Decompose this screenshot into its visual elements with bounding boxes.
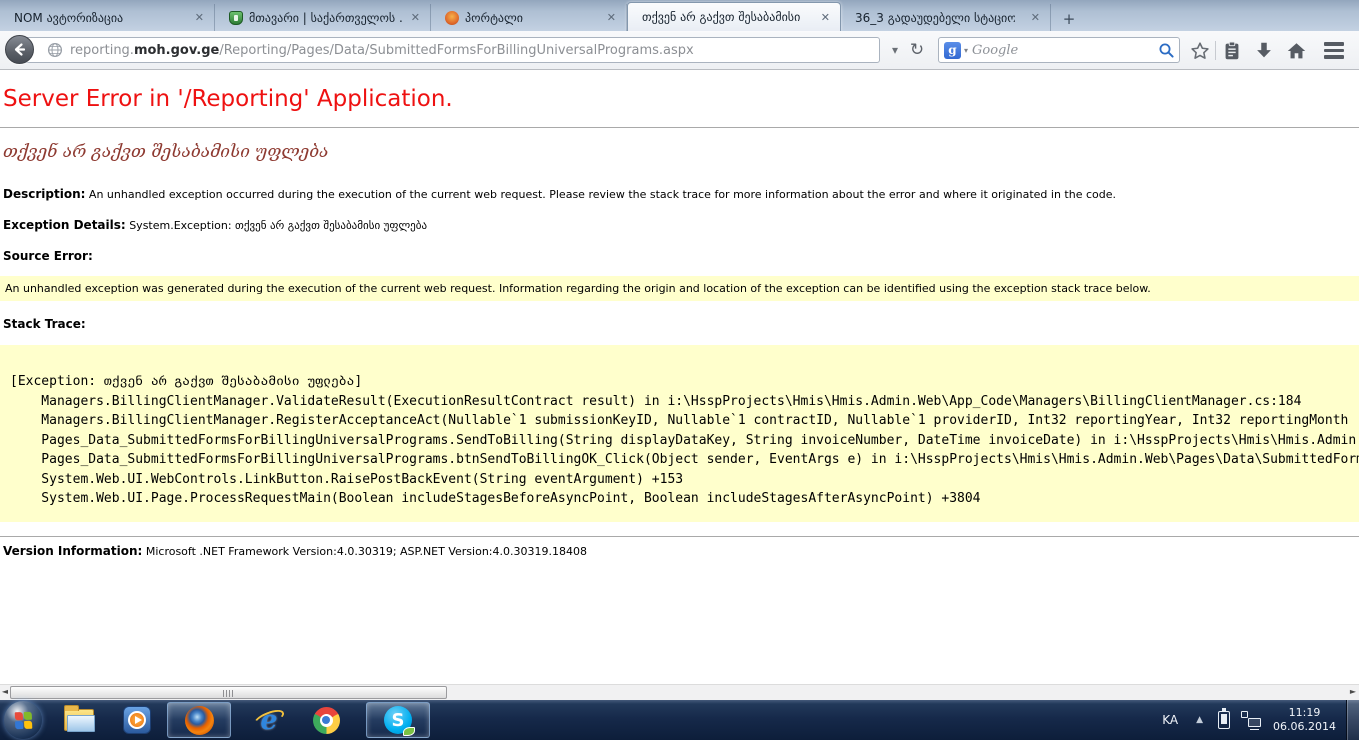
tab-label: NOM ავტორიზაცია <box>14 11 123 25</box>
urlbar-dropdown-icon[interactable]: ▾ <box>886 39 904 61</box>
exception-details-paragraph: Exception Details: System.Exception: თქვ… <box>3 218 427 232</box>
chrome-icon <box>313 707 340 734</box>
new-tab-button[interactable]: + <box>1055 7 1083 31</box>
taskbar-skype-button[interactable]: S <box>366 702 430 738</box>
close-icon[interactable]: ✕ <box>819 11 832 24</box>
search-input[interactable] <box>972 43 1158 58</box>
windows-logo-icon <box>14 711 32 729</box>
taskbar-media-player-button[interactable] <box>113 702 161 738</box>
clock[interactable]: 11:19 06.06.2014 <box>1269 706 1346 734</box>
show-desktop-button[interactable] <box>1346 700 1359 740</box>
close-icon[interactable]: ✕ <box>193 11 206 24</box>
source-error-heading: Source Error: <box>3 249 93 263</box>
stack-line: Pages_Data_SubmittedFormsForBillingUnive… <box>10 450 1359 470</box>
tab-portal[interactable]: პორტალი ✕ <box>431 4 627 31</box>
horizontal-scrollbar[interactable]: ◄ ► <box>0 684 1359 700</box>
version-text: Microsoft .NET Framework Version:4.0.303… <box>146 545 587 558</box>
stack-trace-box: [Exception: თქვენ არ გაქვთ შესაბამისი უფ… <box>0 345 1359 522</box>
stack-line: Pages_Data_SubmittedFormsForBillingUnive… <box>10 431 1359 451</box>
error-page-title: Server Error in '/Reporting' Application… <box>3 86 453 112</box>
source-error-text: An unhandled exception was generated dur… <box>5 282 1151 295</box>
tab-label: პორტალი <box>465 11 523 25</box>
taskbar-windows-explorer-button[interactable] <box>55 702 103 738</box>
scrollbar-grip-icon <box>223 690 235 697</box>
back-button[interactable] <box>5 35 34 64</box>
bookmark-star-icon[interactable] <box>1186 38 1214 63</box>
search-engine-dropdown-icon[interactable]: ▾ <box>964 46 968 55</box>
taskbar: e S KA ▲ 11:19 06.06.2014 <box>0 700 1359 740</box>
url-prefix: reporting. <box>70 43 134 58</box>
windows-explorer-icon <box>64 709 94 731</box>
navigation-toolbar: reporting.moh.gov.ge/Reporting/Pages/Dat… <box>0 31 1359 70</box>
reload-icon[interactable]: ↻ <box>906 39 928 61</box>
exception-details-label: Exception Details: <box>3 218 126 232</box>
media-player-icon <box>123 706 151 734</box>
close-icon[interactable]: ✕ <box>409 11 422 24</box>
stack-line: Managers.BillingClientManager.ValidateRe… <box>10 392 1359 412</box>
page-content: Server Error in '/Reporting' Application… <box>0 70 1359 684</box>
show-hidden-icons-arrow[interactable]: ▲ <box>1188 715 1211 725</box>
stack-line: System.Web.UI.Page.ProcessRequestMain(Bo… <box>10 489 1359 509</box>
shield-icon <box>229 11 243 25</box>
network-icon[interactable] <box>1241 710 1261 730</box>
error-subtitle: თქვენ არ გაქვთ შესაბამისი უფლება <box>3 142 328 162</box>
taskbar-chrome-button[interactable] <box>300 702 352 738</box>
tab-label: მთავარი | საქართველოს ... <box>249 11 403 25</box>
battery-icon[interactable] <box>1218 711 1230 729</box>
scroll-right-arrow-icon[interactable]: ► <box>1348 687 1358 696</box>
stack-line: System.Web.UI.WebControls.LinkButton.Rai… <box>10 470 1359 490</box>
tab-label: 36_3 გადაუდებელი სტაციონა... <box>855 11 1015 25</box>
bookmarks-menu-icon[interactable] <box>1218 38 1246 63</box>
divider <box>0 536 1359 537</box>
browser-window: NOM ავტორიზაცია ✕ მთავარი | საქართველოს … <box>0 0 1359 740</box>
search-bar[interactable]: g ▾ <box>938 37 1180 63</box>
stack-line: [Exception: თქვენ არ გაქვთ შესაბამისი უფ… <box>10 372 1359 392</box>
url-domain: moh.gov.ge <box>134 43 219 58</box>
divider <box>0 127 1359 128</box>
clock-time: 11:19 <box>1273 706 1336 720</box>
firefox-icon <box>185 706 214 735</box>
tab-home-georgia[interactable]: მთავარი | საქართველოს ... ✕ <box>215 4 431 31</box>
url-path: /Reporting/Pages/Data/SubmittedFormsForB… <box>219 43 693 58</box>
source-error-box: An unhandled exception was generated dur… <box>0 276 1359 301</box>
tab-label: თქვენ არ გაქვთ შესაბამისი უ... <box>642 10 802 24</box>
exception-details-text: System.Exception: თქვენ არ გაქვთ შესაბამ… <box>129 219 427 232</box>
globe-icon <box>47 42 63 58</box>
tab-bar: NOM ავტორიზაცია ✕ მთავარი | საქართველოს … <box>0 0 1359 31</box>
scroll-left-arrow-icon[interactable]: ◄ <box>0 687 10 696</box>
scrollbar-thumb[interactable] <box>10 686 447 699</box>
system-tray: KA ▲ 11:19 06.06.2014 <box>1152 700 1359 740</box>
taskbar-firefox-button[interactable] <box>167 702 231 738</box>
skype-icon: S <box>384 706 412 734</box>
close-icon[interactable]: ✕ <box>605 11 618 24</box>
toolbar-divider <box>1215 41 1216 60</box>
home-icon[interactable] <box>1282 38 1310 63</box>
description-paragraph: Description: An unhandled exception occu… <box>3 187 1116 201</box>
stack-trace-heading: Stack Trace: <box>3 317 86 331</box>
downloads-icon[interactable] <box>1250 38 1278 63</box>
internet-explorer-icon: e <box>254 705 284 735</box>
version-label: Version Information: <box>3 544 142 558</box>
url-bar[interactable]: reporting.moh.gov.ge/Reporting/Pages/Dat… <box>22 37 880 63</box>
stack-line: Managers.BillingClientManager.RegisterAc… <box>10 411 1359 431</box>
search-icon[interactable] <box>1158 42 1175 59</box>
description-text: An unhandled exception occurred during t… <box>89 188 1116 201</box>
tab-error-active[interactable]: თქვენ არ გაქვთ შესაბამისი უ... ✕ <box>627 2 841 31</box>
url-text: reporting.moh.gov.ge/Reporting/Pages/Dat… <box>70 43 694 58</box>
tab-36-3-stationary[interactable]: 36_3 გადაუდებელი სტაციონა... ✕ <box>841 4 1051 31</box>
menu-hamburger-icon[interactable] <box>1317 38 1351 63</box>
language-indicator[interactable]: KA <box>1152 713 1188 727</box>
version-information: Version Information: Microsoft .NET Fram… <box>3 544 587 558</box>
clock-date: 06.06.2014 <box>1273 720 1336 734</box>
google-logo-icon[interactable]: g <box>944 42 961 59</box>
start-button[interactable] <box>4 701 42 739</box>
taskbar-internet-explorer-button[interactable]: e <box>243 702 295 738</box>
portal-icon <box>445 11 459 25</box>
tab-nom-authorization[interactable]: NOM ავტორიზაცია ✕ <box>0 4 215 31</box>
description-label: Description: <box>3 187 85 201</box>
close-icon[interactable]: ✕ <box>1029 11 1042 24</box>
